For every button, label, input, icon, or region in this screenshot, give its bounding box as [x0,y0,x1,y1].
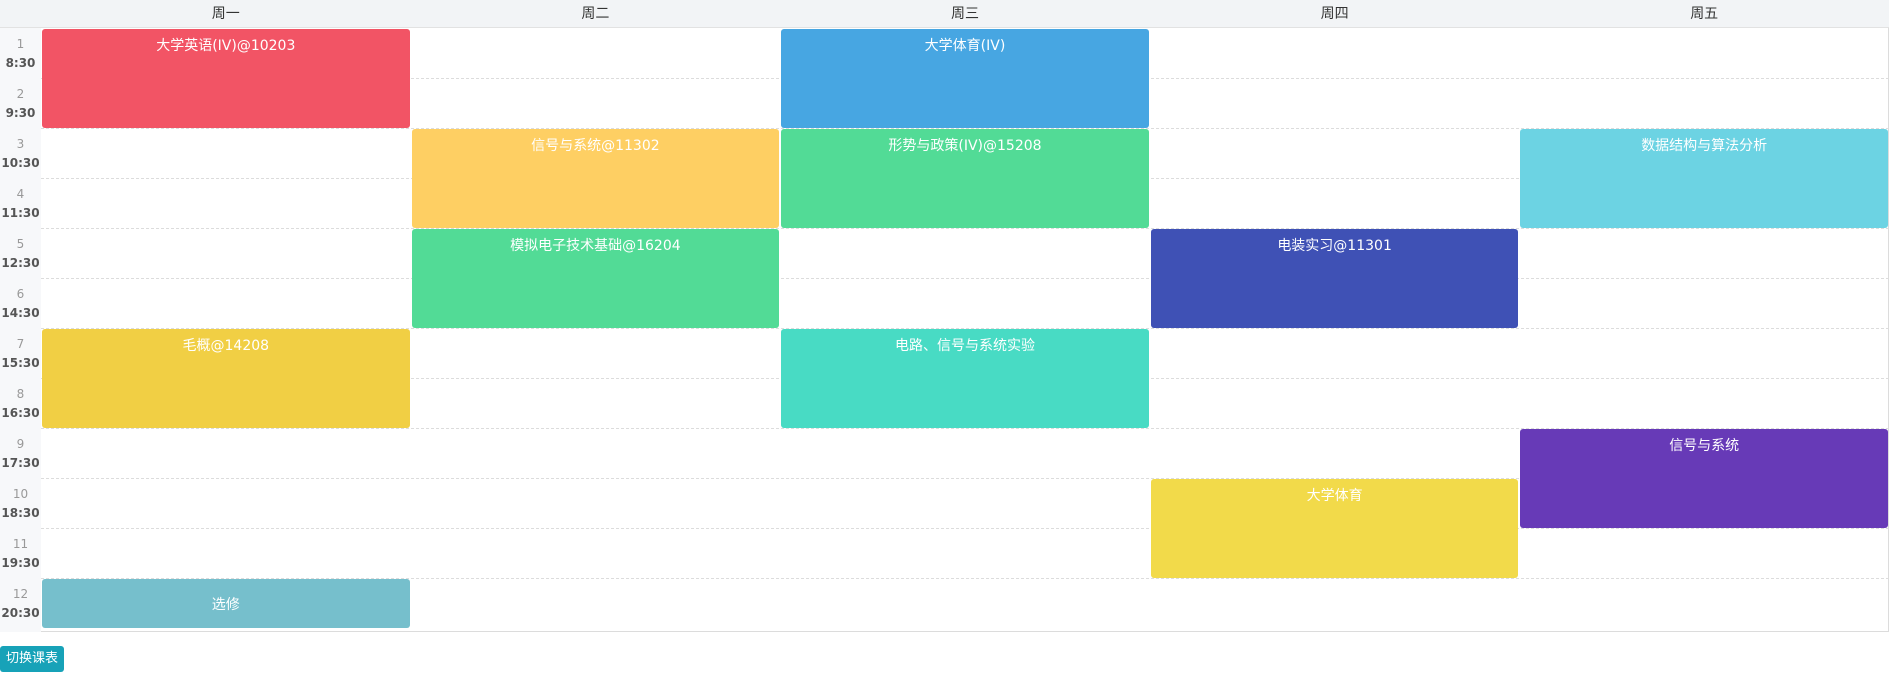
period-label: 5 12:30 [0,228,41,278]
day-header-3: 周三 [950,6,979,22]
period-time: 16:30 [1,406,40,420]
course-block[interactable]: 信号与系统 [1520,429,1888,528]
period-label: 6 14:30 [0,278,41,328]
course-block[interactable]: 毛概@14208 [42,329,410,428]
period-number: 8 [16,387,25,401]
period-time: 20:30 [1,606,40,620]
period-time: 8:30 [5,56,36,70]
day-header-4: 周四 [1320,6,1349,22]
period-label: 10 18:30 [0,478,41,528]
period-time: 19:30 [1,556,40,570]
period-label: 11 19:30 [0,528,41,578]
period-label: 12 20:30 [0,578,41,628]
period-number: 9 [16,437,25,451]
period-time: 10:30 [1,156,40,170]
course-block[interactable]: 模拟电子技术基础@16204 [411,229,780,328]
period-time: 15:30 [1,356,40,370]
course-block[interactable]: 数据结构与算法分析 [1520,129,1888,228]
period-time: 12:30 [1,256,40,270]
period-number: 3 [16,137,25,151]
period-time: 18:30 [1,506,40,520]
course-block[interactable]: 电装实习@11301 [1150,229,1519,328]
period-time: 11:30 [1,206,40,220]
day-header-5: 周五 [1690,6,1719,22]
course-block[interactable]: 大学体育(IV) [781,29,1149,128]
period-number: 1 [16,37,25,51]
period-number: 5 [16,237,25,251]
period-label: 1 8:30 [0,28,41,78]
timetable: 周一 周二 周三 周四 周五 1 8:30 2 9:30 3 10:30 4 11:30 5 12:30 6… [0,0,1889,632]
period-number: 2 [16,87,25,101]
period-label: 4 11:30 [0,178,41,228]
period-label: 3 10:30 [0,128,41,178]
period-number: 7 [16,337,25,351]
course-block[interactable]: 大学体育 [1150,479,1519,578]
row-divider [41,278,1889,279]
period-label: 9 17:30 [0,428,41,478]
period-time: 9:30 [5,106,36,120]
period-label: 2 9:30 [0,78,41,128]
period-number: 6 [16,287,25,301]
period-number: 4 [16,187,25,201]
period-number: 11 [12,537,29,551]
period-label: 7 15:30 [0,328,41,378]
day-header-1: 周一 [211,6,240,22]
course-block[interactable]: 形势与政策(IV)@15208 [781,129,1149,228]
period-number: 10 [12,487,29,501]
course-block[interactable]: 信号与系统@11302 [411,129,780,228]
period-time: 14:30 [1,306,40,320]
switch-timetable-button[interactable]: 切换课表 [0,646,65,672]
row-divider [41,528,1889,529]
day-header-2: 周二 [581,6,610,22]
period-number: 12 [12,587,29,601]
course-block[interactable]: 选修 [42,579,410,628]
period-label: 8 16:30 [0,378,41,428]
course-block[interactable]: 大学英语(IV)@10203 [42,29,410,128]
period-time: 17:30 [1,456,40,470]
row-divider [41,228,1889,229]
course-block[interactable]: 电路、信号与系统实验 [781,329,1149,428]
